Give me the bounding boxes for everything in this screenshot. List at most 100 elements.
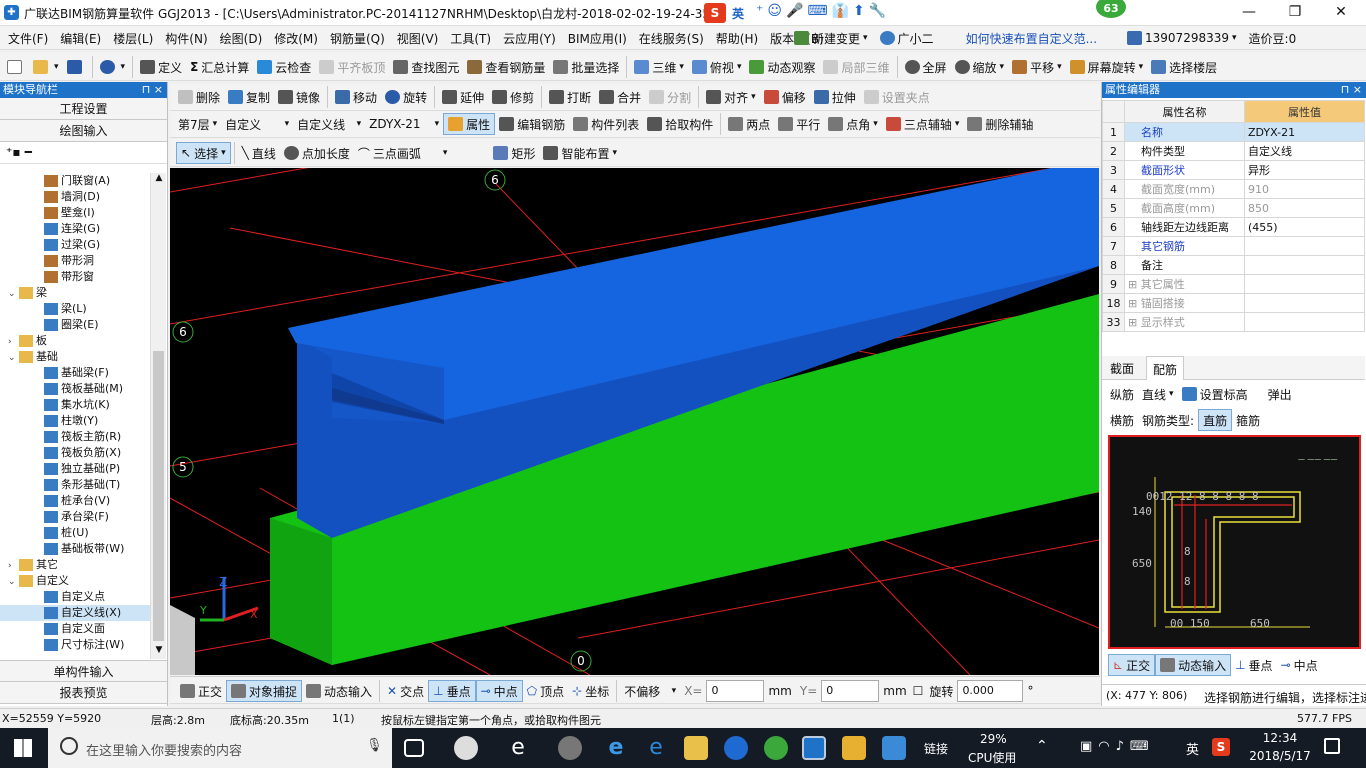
tree-item[interactable]: ⌄ 基础	[0, 349, 150, 365]
windows-start-icon[interactable]	[14, 739, 32, 757]
delete-aux-button[interactable]: 删除辅轴	[963, 113, 1037, 135]
dyn-input-toggle[interactable]: 动态输入	[302, 680, 376, 702]
menu-item-5[interactable]: 修改(M)	[268, 27, 324, 49]
trim-button[interactable]: 修剪	[488, 86, 538, 108]
save-button[interactable]	[63, 56, 89, 78]
photo-app-icon[interactable]	[882, 736, 906, 760]
horiz-rebar-button[interactable]: 横筋	[1106, 409, 1138, 431]
assistant-button[interactable]: 广小二	[874, 27, 940, 49]
menu-item-2[interactable]: 楼层(L)	[107, 27, 159, 49]
minimize-button[interactable]: —	[1226, 0, 1272, 26]
tree-item[interactable]: ⌄ 自定义	[0, 573, 150, 589]
menu-item-0[interactable]: 文件(F)	[2, 27, 54, 49]
tree-item[interactable]: 独立基础(P)	[0, 461, 150, 477]
tree-item[interactable]: 筏板主筋(R)	[0, 429, 150, 445]
project-settings-button[interactable]: 工程设置	[0, 98, 167, 120]
subtype-select[interactable]: 自定义线 ▾	[293, 113, 365, 135]
tree-item[interactable]: 承台梁(F)	[0, 509, 150, 525]
tree-item[interactable]: 条形基础(T)	[0, 477, 150, 493]
scroll-down-icon[interactable]: ▼	[151, 645, 167, 659]
stretch-button[interactable]: 拉伸	[810, 86, 860, 108]
tree-item[interactable]: 门联窗(A)	[0, 173, 150, 189]
merge-button[interactable]: 合并	[595, 86, 645, 108]
tree-item[interactable]: 筏板基础(M)	[0, 381, 150, 397]
new-file-button[interactable]	[3, 56, 29, 78]
3d-viewport[interactable]: 6 6 5 0 Z Y X	[170, 168, 1099, 675]
property-value[interactable]: 910	[1244, 179, 1365, 199]
split-button[interactable]: 分割	[645, 86, 695, 108]
expand-all-icon[interactable]: ⁺▪ ━	[6, 145, 32, 159]
single-input-button[interactable]: 单构件输入	[0, 660, 167, 682]
define-button[interactable]: 定义	[136, 56, 186, 78]
name-select[interactable]: ZDYX-21 ▾	[365, 113, 443, 135]
menu-item-4[interactable]: 绘图(D)	[214, 27, 269, 49]
tree-item[interactable]: › 其它	[0, 557, 150, 573]
menu-item-12[interactable]: 帮助(H)	[710, 27, 764, 49]
coord-toggle[interactable]: ⊹ 坐标	[568, 680, 613, 702]
tree-item[interactable]: 集水坑(K)	[0, 397, 150, 413]
delete-button[interactable]: 删除	[174, 86, 224, 108]
property-value[interactable]: ZDYX-21	[1244, 122, 1365, 142]
tree-item[interactable]: 过梁(G)	[0, 237, 150, 253]
property-row[interactable]: 3 截面形状 异形	[1102, 160, 1365, 180]
property-row[interactable]: 9 ⊞ 其它属性	[1102, 274, 1365, 294]
tree-item[interactable]: 带形窗	[0, 269, 150, 285]
menu-item-10[interactable]: BIM应用(I)	[562, 27, 633, 49]
break-button[interactable]: 打断	[545, 86, 595, 108]
section-perp-toggle[interactable]: ⊥ 垂点	[1231, 654, 1276, 676]
section-ortho-toggle[interactable]: ⊾ 正交	[1108, 654, 1156, 676]
tab-section[interactable]: 截面	[1110, 360, 1134, 377]
price-label[interactable]: 造价豆:0	[1243, 27, 1303, 49]
tree-item[interactable]: 桩(U)	[0, 525, 150, 541]
section-mid-toggle[interactable]: ⊸ 中点	[1277, 654, 1322, 676]
rotate-checkbox[interactable]: ☐	[911, 680, 926, 702]
notification-badge[interactable]: 63	[1094, 0, 1128, 20]
scroll-up-icon[interactable]: ▲	[151, 173, 167, 187]
clock-date[interactable]: 2018/5/17	[1246, 749, 1314, 763]
select-button[interactable]: ↖ 选择 ▾	[176, 142, 231, 164]
sogou-tray-icon[interactable]: S	[1212, 738, 1230, 756]
property-value[interactable]: 异形	[1244, 160, 1365, 180]
tree-item[interactable]: 墙洞(D)	[0, 189, 150, 205]
tree-item[interactable]: 尺寸标注(W)	[0, 637, 150, 653]
rotate-input[interactable]: 0.000	[957, 680, 1024, 702]
expand-icon[interactable]: ›	[8, 558, 19, 574]
tree-item[interactable]: 柱墩(Y)	[0, 413, 150, 429]
fan-app-icon[interactable]	[454, 736, 478, 760]
rotate-screen-button[interactable]: 屏幕旋转 ▾	[1066, 56, 1148, 78]
cloud-check-button[interactable]: 云检查	[253, 56, 315, 78]
draw-input-button[interactable]: 绘图输入	[0, 120, 167, 142]
tree-item[interactable]: 筏板负筋(X)	[0, 445, 150, 461]
smart-button[interactable]: 智能布置 ▾	[539, 142, 621, 164]
property-row[interactable]: 33 ⊞ 显示样式	[1102, 312, 1365, 332]
property-row[interactable]: 4 截面宽度(mm) 910	[1102, 179, 1365, 199]
ime-logo-icon[interactable]: S	[704, 3, 726, 23]
ie-icon[interactable]: e	[506, 736, 530, 760]
tab-rebar[interactable]: 配筋	[1146, 356, 1185, 380]
select-floor-button[interactable]: 选择楼层	[1147, 56, 1221, 78]
tray-icons[interactable]: ▣◠♪⌨	[1080, 739, 1155, 754]
tree-item[interactable]: 基础梁(F)	[0, 365, 150, 381]
perp-toggle[interactable]: ⊥ 垂点	[428, 680, 476, 702]
expand-icon[interactable]: ›	[8, 334, 19, 350]
taskbar-search[interactable]: 在这里输入你要搜索的内容 🎙	[48, 728, 392, 768]
explorer-icon[interactable]	[684, 736, 708, 760]
tree-item[interactable]: 连梁(G)	[0, 221, 150, 237]
tree-item[interactable]: 桩承台(V)	[0, 493, 150, 509]
collapse-icon[interactable]: ⌄	[8, 574, 19, 590]
set-pin-button[interactable]: 设置夹点	[860, 86, 934, 108]
property-value[interactable]: 自定义线	[1244, 141, 1365, 161]
property-row[interactable]: 7 其它钢筋	[1102, 236, 1365, 256]
close-button[interactable]: ✕	[1318, 0, 1364, 26]
pin-icon[interactable]: ⊓ ×	[142, 82, 163, 98]
rotate-button[interactable]: 旋转	[381, 86, 431, 108]
section-preview[interactable]: — —— —— 0012 12 8 8 8 8 8 140 650 00 150…	[1108, 435, 1361, 649]
ie-blue-icon[interactable]: e	[644, 736, 668, 760]
floor-select[interactable]: 第7层 ▾	[174, 113, 221, 135]
link-label[interactable]: 链接	[924, 740, 948, 757]
point-angle-button[interactable]: 点角 ▾	[824, 113, 882, 135]
long-rebar-button[interactable]: 纵筋	[1106, 383, 1138, 405]
report-preview-button[interactable]: 报表预览	[0, 682, 167, 704]
user-phone[interactable]: 13907298339 ▾	[1121, 27, 1243, 49]
y-input[interactable]: 0	[821, 680, 880, 702]
